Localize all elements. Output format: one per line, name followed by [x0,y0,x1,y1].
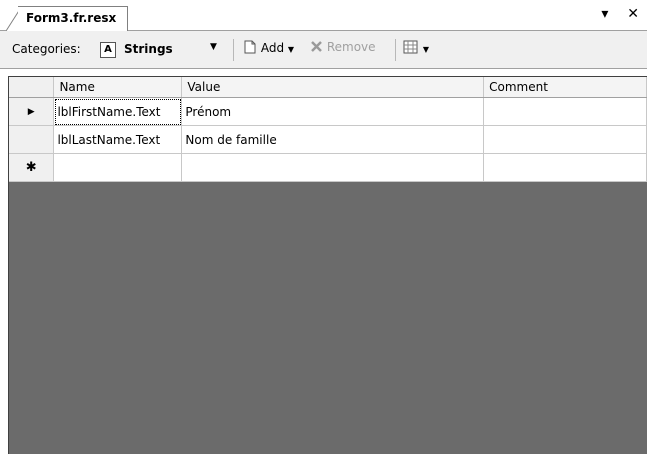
row-header-corner[interactable] [9,77,55,98]
category-value: Strings [124,42,173,56]
window-controls: ▾ ✕ [587,6,639,22]
add-resource-button[interactable]: Add ▼ [243,40,294,55]
add-dropdown-arrow-icon[interactable]: ▼ [288,45,294,54]
close-icon[interactable]: ✕ [627,6,639,22]
delete-x-icon [311,41,322,52]
grid-header-row: Name Value Comment [9,77,647,98]
name-cell[interactable] [53,153,183,182]
column-header-value[interactable]: Value [181,77,485,98]
row-indicator-current-icon[interactable]: ▶ [9,97,55,126]
resource-table: Name Value Comment ▶ lblFirstName.Text P… [9,77,647,182]
remove-resource-button[interactable]: Remove [310,40,376,54]
row-header[interactable] [9,125,55,154]
comment-cell[interactable] [483,153,647,182]
add-button-label: Add [260,41,285,55]
value-cell[interactable]: Nom de famille [181,125,485,154]
new-document-icon [244,40,256,54]
column-header-name[interactable]: Name [53,77,183,98]
value-cell[interactable]: Prénom [181,97,485,126]
toolbar-separator [233,39,234,61]
view-options-button[interactable]: ▼ [403,40,429,55]
name-cell[interactable]: lblFirstName.Text [53,97,183,126]
comment-cell[interactable] [483,97,647,126]
comment-cell[interactable] [483,125,647,154]
strings-category-icon: A [100,42,116,58]
resource-grid: Name Value Comment ▶ lblFirstName.Text P… [8,76,647,454]
grid-view-icon [403,40,418,54]
categories-dropdown[interactable]: A Strings ▼ [97,38,229,62]
categories-label: Categories: [12,42,81,56]
view-dropdown-arrow-icon: ▼ [422,45,429,54]
value-cell[interactable] [181,153,485,182]
toolbar-separator [395,39,396,61]
column-header-comment[interactable]: Comment [483,77,647,98]
pin-dropdown-icon[interactable]: ▾ [601,6,608,22]
table-row[interactable]: ▶ lblFirstName.Text Prénom [9,97,647,126]
tab-title: Form3.fr.resx [26,11,117,25]
resource-toolbar: Categories: A Strings ▼ Add ▼ Remove ▼ [0,31,647,69]
name-cell[interactable]: lblLastName.Text [53,125,183,154]
tab-form3-fr-resx[interactable]: Form3.fr.resx [18,6,128,31]
remove-button-label: Remove [326,40,376,54]
chevron-down-icon: ▼ [210,42,217,52]
table-row[interactable]: lblLastName.Text Nom de famille [9,125,647,154]
new-row-asterisk-icon[interactable]: ✱ [9,153,55,182]
document-tab-strip: Form3.fr.resx ▾ ✕ [0,0,647,31]
new-row[interactable]: ✱ [9,153,647,182]
